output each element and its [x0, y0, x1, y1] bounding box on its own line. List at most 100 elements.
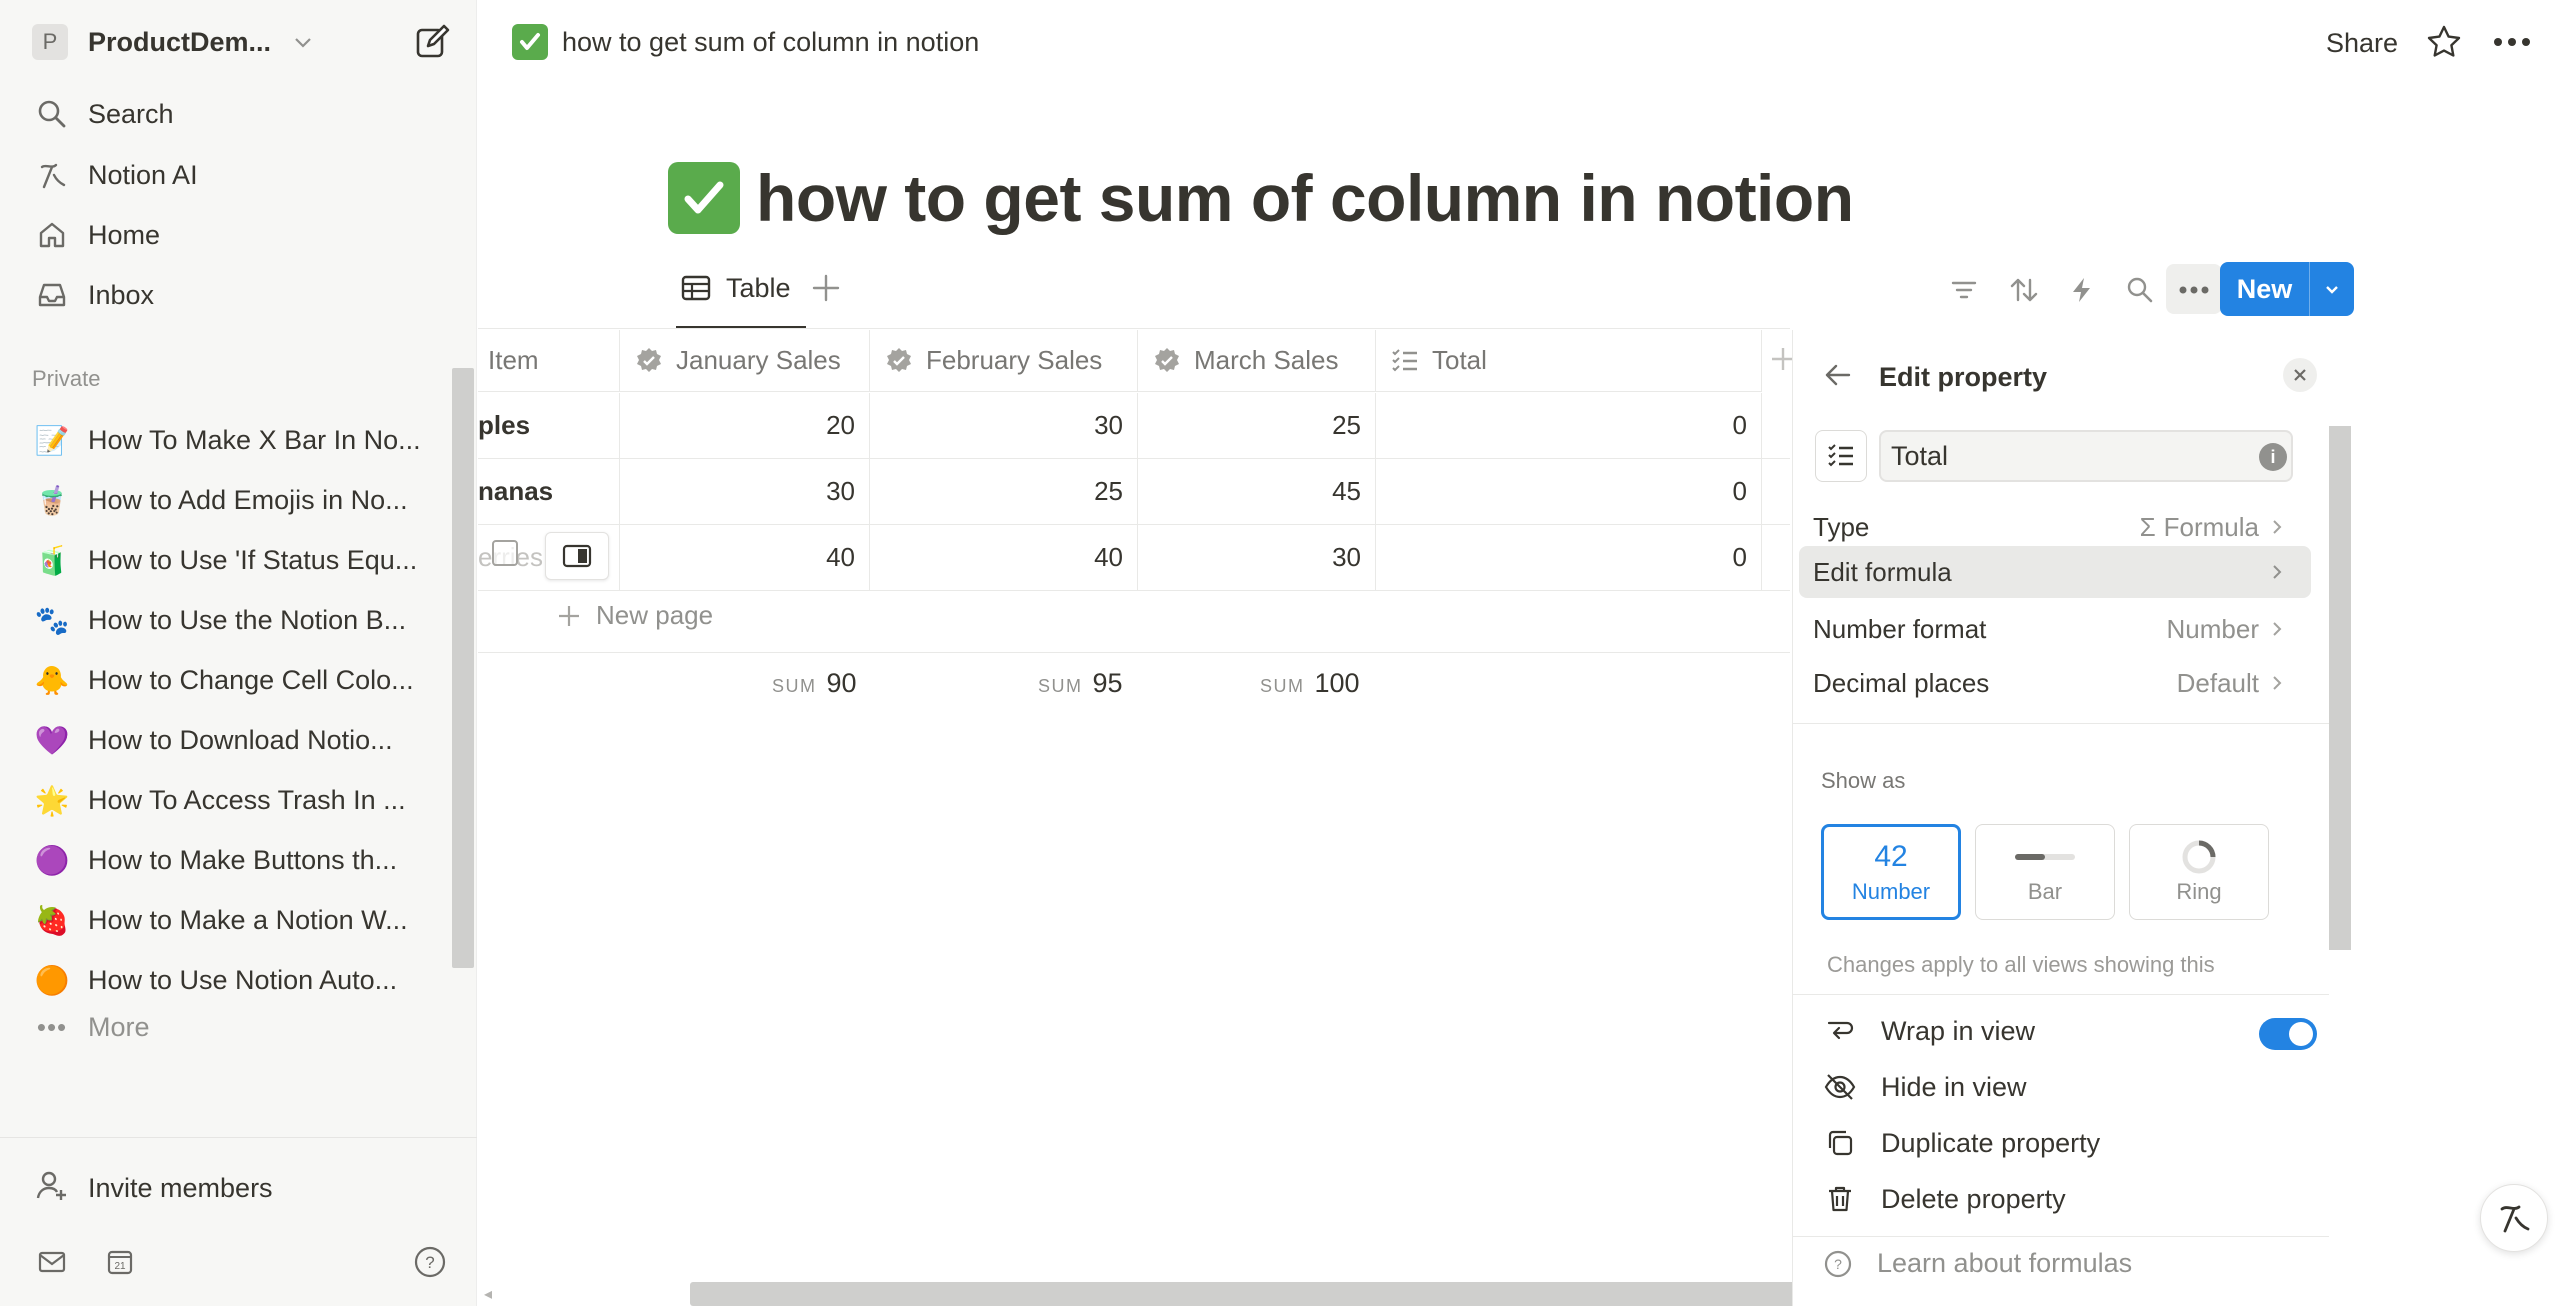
- cell-march[interactable]: 45: [1138, 459, 1376, 524]
- close-icon[interactable]: [2283, 358, 2317, 392]
- show-as-bar-option[interactable]: Bar: [1975, 824, 2115, 920]
- show-as-option-label: Ring: [2176, 879, 2222, 904]
- sidebar-item-inbox[interactable]: Inbox: [32, 271, 452, 319]
- sidebar-scrollbar[interactable]: [452, 368, 474, 968]
- number-format-row[interactable]: Number format Number: [1799, 602, 2311, 656]
- sort-icon[interactable]: [2004, 270, 2044, 310]
- new-page-compose-icon[interactable]: [414, 24, 450, 60]
- page-emoji-icon: 🐥: [34, 664, 70, 696]
- wrap-in-view-toggle[interactable]: [2259, 1018, 2317, 1050]
- chevron-down-icon[interactable]: [2310, 262, 2354, 316]
- sidebar-page-item[interactable]: 🟣 How to Make Buttons th...: [32, 834, 432, 886]
- help-icon[interactable]: ?: [410, 1242, 450, 1282]
- view-tab-table[interactable]: Table: [680, 272, 791, 304]
- column-header-february-sales[interactable]: February Sales: [870, 330, 1138, 392]
- bar-preview-icon: [2015, 839, 2075, 875]
- page-emoji-icon: 🧋: [34, 484, 70, 516]
- sidebar-page-item[interactable]: 💜 How to Download Notio...: [32, 714, 432, 766]
- sum-january[interactable]: SUM 90: [772, 668, 857, 699]
- more-options-icon[interactable]: [2490, 22, 2534, 62]
- row-select-checkbox[interactable]: [492, 540, 518, 566]
- cell-january[interactable]: 30: [620, 459, 870, 524]
- property-name-input[interactable]: [1879, 430, 2293, 482]
- search-icon[interactable]: [2120, 270, 2160, 310]
- property-type-icon-button[interactable]: [1815, 430, 1867, 482]
- panel-scrollbar[interactable]: [2329, 426, 2351, 950]
- table-row[interactable]: nanas 30 25 45 0: [478, 459, 1790, 525]
- page-emoji-icon: 💜: [34, 724, 70, 756]
- sidebar-page-label: How to Use 'If Status Equ...: [88, 544, 418, 575]
- cell-february[interactable]: 40: [870, 525, 1138, 590]
- show-as-ring-option[interactable]: Ring: [2129, 824, 2269, 920]
- decimal-places-row[interactable]: Decimal places Default: [1799, 656, 2311, 710]
- cell-january[interactable]: 20: [620, 393, 870, 458]
- sum-march[interactable]: SUM 100: [1260, 668, 1360, 699]
- sidebar-page-item[interactable]: 🌟 How To Access Trash In ...: [32, 774, 432, 826]
- inbox-icon: [32, 275, 72, 315]
- learn-about-formulas-link[interactable]: ? Learn about formulas: [1823, 1248, 2132, 1279]
- cell-february[interactable]: 25: [870, 459, 1138, 524]
- open-in-side-peek-button[interactable]: [545, 532, 609, 580]
- new-button[interactable]: New: [2220, 262, 2354, 316]
- cell-march[interactable]: 30: [1138, 525, 1376, 590]
- favorite-star-icon[interactable]: [2424, 22, 2464, 62]
- sidebar-page-item[interactable]: 📝 How To Make X Bar In No...: [32, 414, 432, 466]
- new-page-row[interactable]: New page: [556, 600, 713, 631]
- column-header-january-sales[interactable]: January Sales: [620, 330, 870, 392]
- column-header-march-sales[interactable]: March Sales: [1138, 330, 1376, 392]
- notion-ai-floating-button[interactable]: [2480, 1184, 2548, 1252]
- cell-total[interactable]: 0: [1376, 393, 1762, 458]
- chevron-right-icon: [2273, 520, 2282, 534]
- automation-bolt-icon[interactable]: [2062, 270, 2102, 310]
- sum-february[interactable]: SUM 95: [1038, 668, 1123, 699]
- cell-item[interactable]: ples: [478, 393, 620, 458]
- workspace-switcher[interactable]: P ProductDem...: [32, 24, 315, 60]
- cell-total[interactable]: 0: [1376, 459, 1762, 524]
- new-button-label[interactable]: New: [2220, 262, 2310, 316]
- hide-in-view-row[interactable]: Hide in view: [1793, 1060, 2329, 1114]
- show-as-number-option[interactable]: 42 Number: [1821, 824, 1961, 920]
- calendar-icon[interactable]: 21: [100, 1242, 140, 1282]
- share-button[interactable]: Share: [2326, 28, 2398, 59]
- ring-preview-icon: [2180, 839, 2218, 875]
- column-header-item[interactable]: Item: [478, 330, 620, 392]
- invite-members-button[interactable]: Invite members: [32, 1166, 273, 1211]
- sidebar: P ProductDem... Search Notion AI Home In…: [0, 0, 477, 1306]
- scroll-left-arrow-icon[interactable]: ◂: [484, 1284, 492, 1304]
- sidebar-page-item[interactable]: 🧃 How to Use 'If Status Equ...: [32, 534, 432, 586]
- wrap-in-view-row[interactable]: Wrap in view: [1793, 1004, 2329, 1058]
- view-more-icon[interactable]: [2174, 270, 2214, 310]
- page-title-text[interactable]: how to get sum of column in notion: [756, 160, 1854, 236]
- column-header-total[interactable]: Total: [1376, 330, 1762, 392]
- sidebar-item-notion-ai[interactable]: Notion AI: [32, 151, 452, 199]
- sidebar-page-item[interactable]: 🐥 How to Change Cell Colo...: [32, 654, 432, 706]
- page-emoji-check-icon[interactable]: [668, 162, 740, 234]
- sidebar-page-item[interactable]: 🟠 How to Use Notion Auto...: [32, 954, 432, 1006]
- more-dots-icon: •••: [36, 1012, 68, 1042]
- calculation-row-border: [478, 652, 1790, 653]
- sidebar-item-home[interactable]: Home: [32, 211, 452, 259]
- cell-february[interactable]: 30: [870, 393, 1138, 458]
- delete-property-row[interactable]: Delete property: [1793, 1172, 2329, 1226]
- filter-icon[interactable]: [1944, 270, 1984, 310]
- cell-total[interactable]: 0: [1376, 525, 1762, 590]
- page-title[interactable]: how to get sum of column in notion: [668, 160, 1854, 236]
- cell-january[interactable]: 40: [620, 525, 870, 590]
- back-arrow-icon[interactable]: [1821, 358, 1855, 392]
- mail-icon[interactable]: [32, 1242, 72, 1282]
- cell-item[interactable]: nanas: [478, 459, 620, 524]
- cell-march[interactable]: 25: [1138, 393, 1376, 458]
- sidebar-page-item[interactable]: 🧋 How to Add Emojis in No...: [32, 474, 432, 526]
- edit-formula-row[interactable]: Edit formula: [1799, 546, 2311, 598]
- sidebar-page-item[interactable]: 🍓 How to Make a Notion W...: [32, 894, 432, 946]
- table-row[interactable]: ples 20 30 25 0: [478, 393, 1790, 459]
- info-icon[interactable]: i: [2259, 443, 2287, 471]
- add-view-icon[interactable]: [808, 270, 844, 306]
- sidebar-more[interactable]: ••• More: [32, 1012, 150, 1043]
- duplicate-property-row[interactable]: Duplicate property: [1793, 1116, 2329, 1170]
- table-row[interactable]: erries 40 40 30 0: [478, 525, 1790, 591]
- sidebar-page-item[interactable]: 🐾 How to Use the Notion B...: [32, 594, 432, 646]
- sidebar-item-search[interactable]: Search: [32, 90, 452, 138]
- chevron-right-icon: [2273, 676, 2282, 690]
- breadcrumb[interactable]: how to get sum of column in notion: [512, 24, 979, 60]
